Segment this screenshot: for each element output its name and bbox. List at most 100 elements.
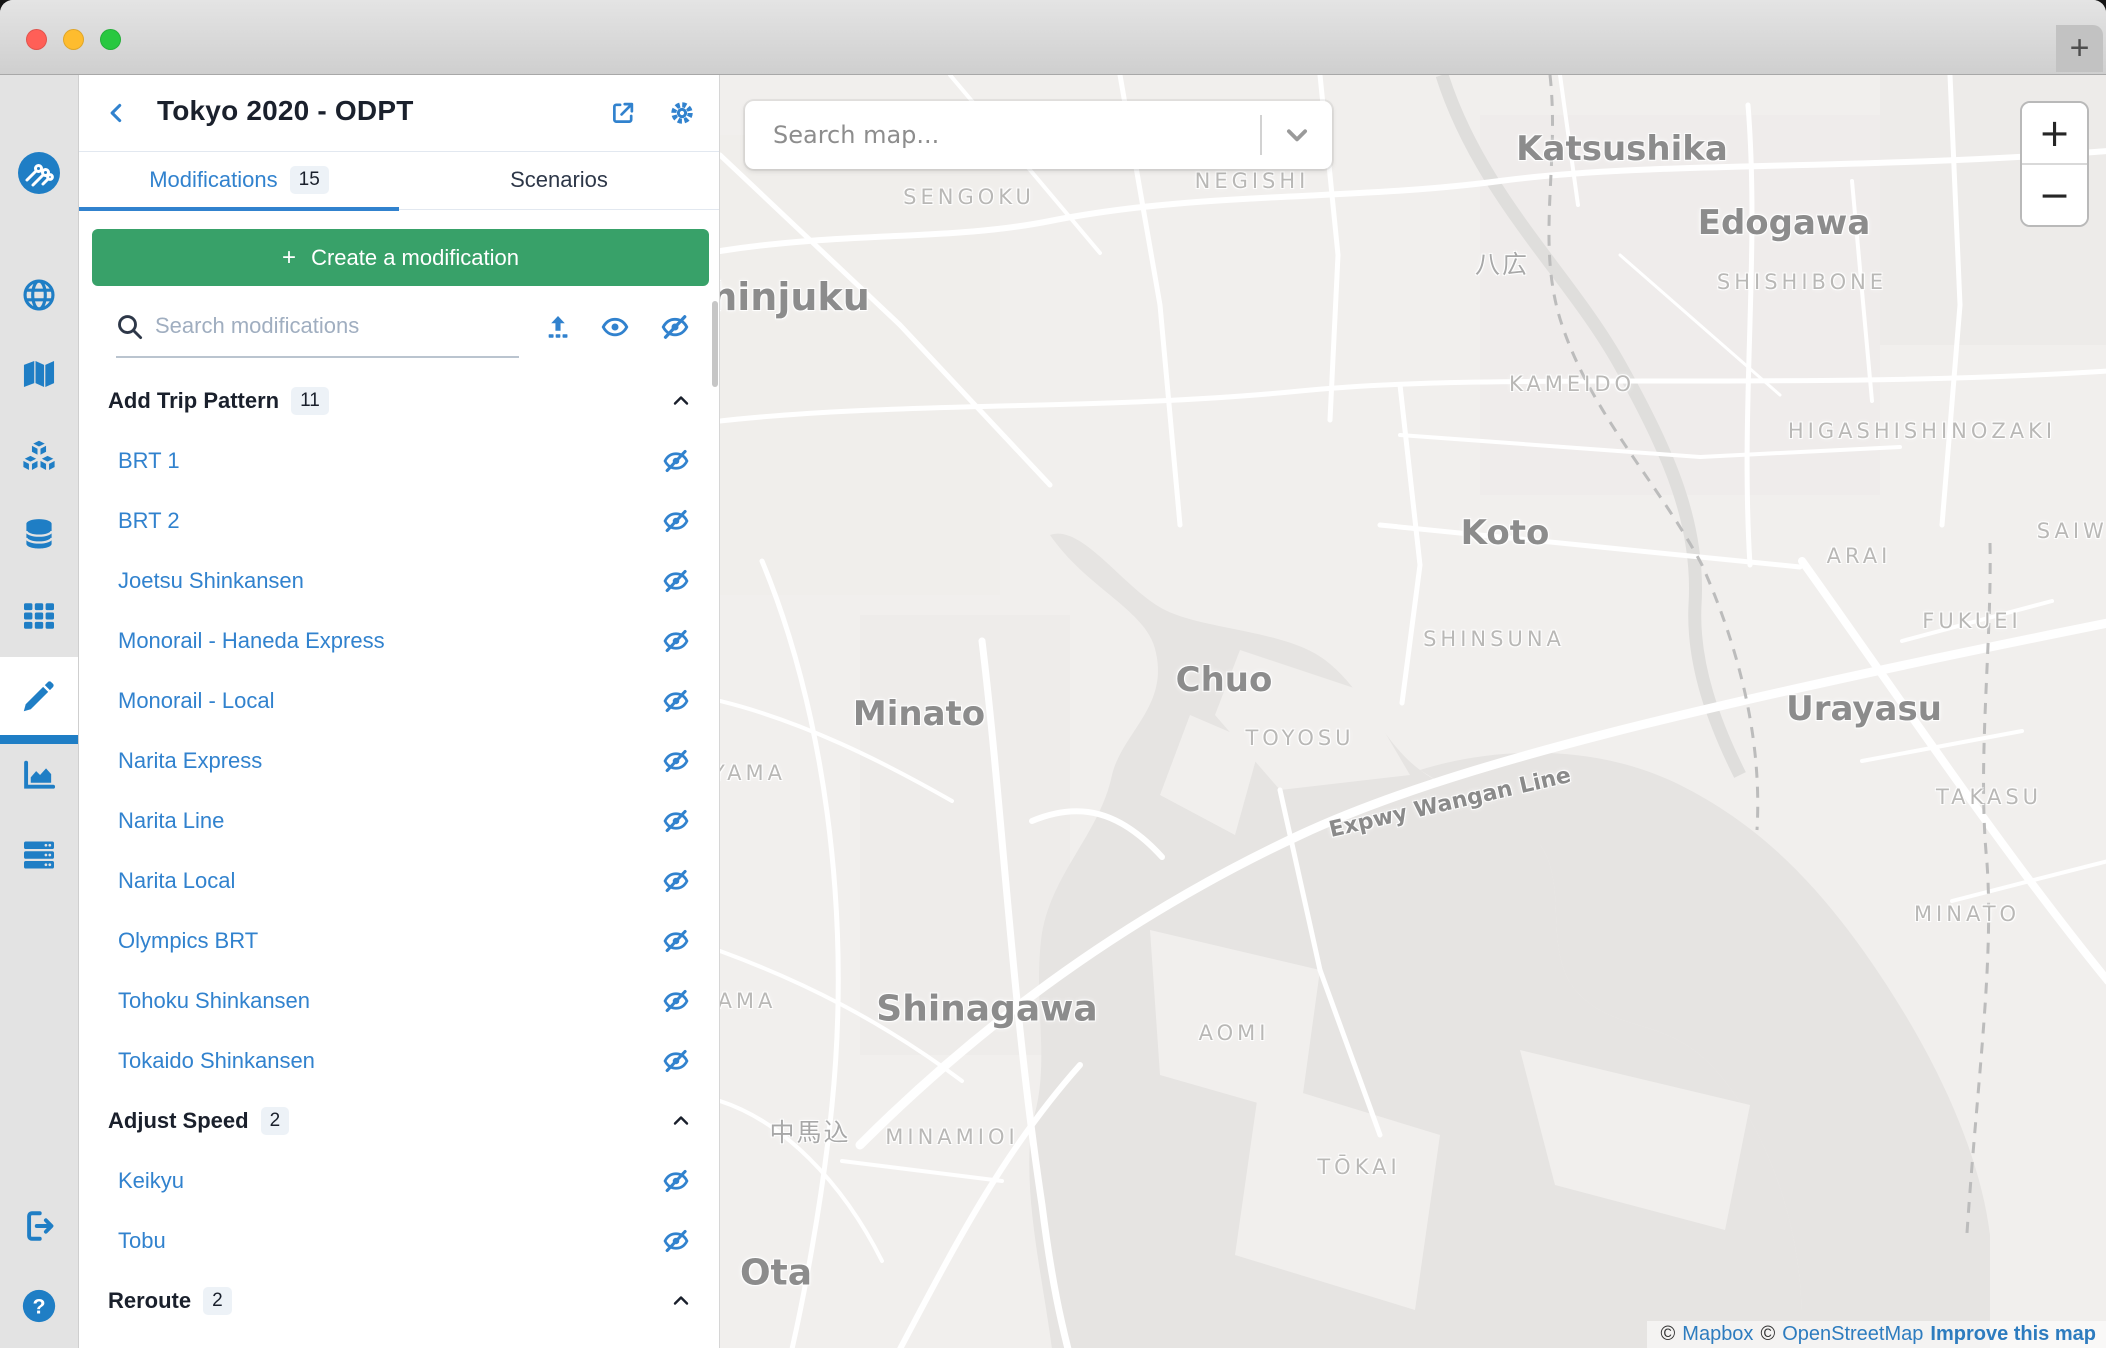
- map-cjk-label: 八広: [1475, 245, 1529, 281]
- tab-scenarios[interactable]: Scenarios: [399, 151, 719, 209]
- eye-slash-icon[interactable]: [662, 807, 690, 840]
- eye-slash-icon[interactable]: [662, 987, 690, 1020]
- zoom-out-button[interactable]: −: [2022, 165, 2087, 225]
- back-button[interactable]: [101, 97, 133, 129]
- eye-slash-icon[interactable]: [662, 1047, 690, 1080]
- modification-list-item: Tokaido Shinkansen: [79, 1031, 719, 1091]
- show-all-eye-icon[interactable]: [599, 311, 631, 343]
- modification-link[interactable]: Tokaido Shinkansen: [118, 1048, 315, 1074]
- map-search-box: [745, 101, 1332, 169]
- modification-section-header[interactable]: Add Trip Pattern11: [79, 371, 719, 431]
- map-city-label: Shinagawa: [876, 989, 1097, 1030]
- tab-modifications-label: Modifications: [149, 167, 277, 193]
- modification-list-item: BRT 1: [79, 431, 719, 491]
- modification-link[interactable]: Keikyu: [118, 1168, 184, 1194]
- modification-list-item: Joetsu Shinkansen: [79, 551, 719, 611]
- project-title: Tokyo 2020 - ODPT: [157, 95, 414, 127]
- improve-map-link[interactable]: Improve this map: [1930, 1323, 2096, 1346]
- modifications-list: Add Trip Pattern11 BRT 1 BRT 2 Joetsu Shink…: [79, 371, 719, 1348]
- eye-slash-icon[interactable]: [662, 627, 690, 660]
- edit-pencil-icon[interactable]: [0, 657, 78, 735]
- map-district-label: NEGISHI: [1195, 169, 1310, 193]
- modification-link[interactable]: BRT 1: [118, 448, 180, 474]
- create-modification-button[interactable]: + Create a modification: [92, 229, 709, 286]
- new-tab-button[interactable]: +: [2056, 25, 2103, 72]
- map-attribution: © Mapbox © OpenStreetMap Improve this ma…: [1647, 1321, 2106, 1348]
- map-city-label: Ota: [740, 1253, 812, 1294]
- chevron-down-icon[interactable]: [1262, 120, 1332, 150]
- bundles-cubes-icon[interactable]: [0, 416, 78, 494]
- openstreetmap-link[interactable]: OpenStreetMap: [1782, 1323, 1923, 1346]
- modification-list-item: Olympics BRT: [79, 911, 719, 971]
- map-search-input[interactable]: [771, 120, 1260, 150]
- map-district-label: SAIWAI: [2037, 519, 2106, 543]
- map-district-label: TŌKAI: [1317, 1155, 1400, 1179]
- search-modifications-input[interactable]: [153, 305, 497, 347]
- regions-globe-icon[interactable]: [0, 256, 78, 334]
- regional-server-icon[interactable]: [0, 816, 78, 894]
- chevron-up-icon[interactable]: [669, 389, 693, 418]
- upload-icon[interactable]: [542, 311, 574, 343]
- section-count-badge: 2: [203, 1287, 232, 1315]
- map-city-label: Minato: [853, 694, 985, 734]
- grid-icon[interactable]: [0, 577, 78, 655]
- map-city-label: Katsushika: [1516, 129, 1728, 169]
- copyright-symbol: ©: [1760, 1323, 1775, 1346]
- project-panel: Tokyo 2020 - ODPT Modifications 15: [79, 75, 720, 1348]
- section-label: Adjust Speed: [108, 1108, 249, 1134]
- map[interactable]: KatsushikaEdogawahinjukuKotoChuoMinatoUr…: [720, 75, 2106, 1348]
- modification-list-item: Narita Local: [79, 851, 719, 911]
- traffic-lights: [26, 29, 121, 50]
- modification-list-item: Monorail - Haneda Express: [79, 611, 719, 671]
- modification-link[interactable]: Narita Express: [118, 748, 262, 774]
- map-district-label: HIGASHISHINOZAKI: [1788, 419, 2056, 443]
- eye-slash-icon[interactable]: [662, 927, 690, 960]
- tab-modifications[interactable]: Modifications 15: [79, 151, 399, 209]
- eye-slash-icon[interactable]: [662, 447, 690, 480]
- modification-link[interactable]: Narita Local: [118, 868, 235, 894]
- analyze-chart-area-icon[interactable]: [0, 736, 78, 814]
- modification-link[interactable]: Tohoku Shinkansen: [118, 988, 310, 1014]
- zoom-in-button[interactable]: +: [2022, 103, 2087, 165]
- panel-scrollbar[interactable]: [712, 301, 718, 387]
- zoom-window-button[interactable]: [100, 29, 121, 50]
- modification-link[interactable]: Olympics BRT: [118, 928, 258, 954]
- modification-section-header[interactable]: Adjust Speed2: [79, 1091, 719, 1151]
- opportunity-database-icon[interactable]: [0, 495, 78, 573]
- modification-link[interactable]: Tobu: [118, 1228, 166, 1254]
- chevron-up-icon[interactable]: [669, 1289, 693, 1318]
- gear-icon[interactable]: [666, 97, 698, 129]
- macos-titlebar: +: [0, 0, 2106, 75]
- map-city-label: Koto: [1461, 513, 1550, 553]
- modification-link[interactable]: Monorail - Local: [118, 688, 275, 714]
- modification-list-item: Tobu: [79, 1211, 719, 1271]
- help-icon[interactable]: ?: [0, 1267, 78, 1345]
- modification-link[interactable]: BRT 2: [118, 508, 180, 534]
- modification-section-header[interactable]: Reroute2: [79, 1271, 719, 1331]
- map-district-label: AOMI: [1199, 1021, 1270, 1045]
- eye-slash-icon[interactable]: [662, 747, 690, 780]
- eye-slash-icon[interactable]: [662, 507, 690, 540]
- svg-text:?: ?: [32, 1295, 45, 1319]
- map-city-label: hinjuku: [720, 275, 870, 319]
- section-count-badge: 11: [291, 387, 329, 415]
- eye-slash-icon[interactable]: [662, 867, 690, 900]
- modification-link[interactable]: Monorail - Haneda Express: [118, 628, 385, 654]
- modification-list-item: Keikyu: [79, 1151, 719, 1211]
- minimize-window-button[interactable]: [63, 29, 84, 50]
- close-window-button[interactable]: [26, 29, 47, 50]
- map-district-label: YAMA: [720, 761, 786, 785]
- hide-all-eye-slash-icon[interactable]: [659, 311, 691, 343]
- map-icon[interactable]: [0, 335, 78, 413]
- external-link-icon[interactable]: [607, 97, 639, 129]
- sign-out-icon[interactable]: [0, 1187, 78, 1265]
- conveyal-logo-icon[interactable]: [0, 134, 78, 212]
- eye-slash-icon[interactable]: [662, 687, 690, 720]
- modification-link[interactable]: Joetsu Shinkansen: [118, 568, 304, 594]
- eye-slash-icon[interactable]: [662, 1227, 690, 1260]
- chevron-up-icon[interactable]: [669, 1109, 693, 1138]
- eye-slash-icon[interactable]: [662, 1167, 690, 1200]
- eye-slash-icon[interactable]: [662, 567, 690, 600]
- modification-link[interactable]: Narita Line: [118, 808, 224, 834]
- mapbox-link[interactable]: Mapbox: [1682, 1323, 1753, 1346]
